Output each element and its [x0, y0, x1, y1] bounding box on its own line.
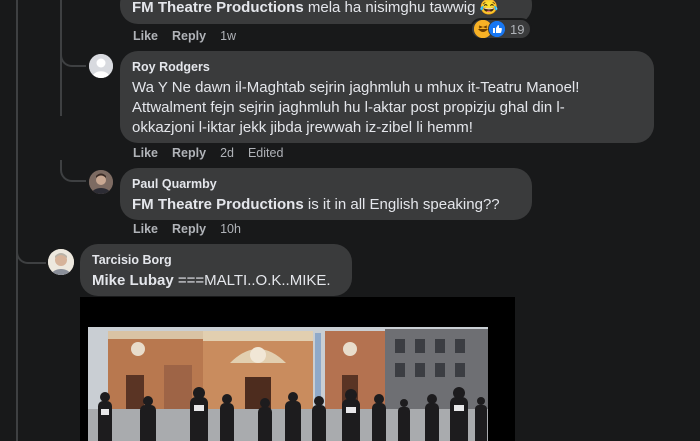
laugh-emoji-icon: 😂 [479, 0, 499, 16]
like-button[interactable]: Like [133, 29, 158, 43]
avatar[interactable] [89, 54, 113, 78]
thread-connector [60, 48, 86, 67]
comment-text-body: is it in all English speaking?? [307, 196, 500, 213]
comment-text: Wa Y Ne dawn il-Maghtab sejrin jaghmluh … [132, 78, 642, 138]
comment-author[interactable]: Paul Quarmby [132, 176, 520, 192]
like-reaction-icon [488, 20, 506, 38]
timestamp[interactable]: 2d [220, 146, 234, 160]
comment-text-line: okkazjoni l-iktar jekk jibda jrewwah iz-… [132, 119, 473, 136]
reply-button[interactable]: Reply [172, 222, 206, 236]
comment-text: Mike Lubay ===MALTI..O.K..MIKE. [92, 271, 340, 291]
comment-bubble: Roy Rodgers Wa Y Ne dawn il-Maghtab sejr… [120, 51, 654, 143]
thread-connector [60, 160, 86, 182]
reaction-summary[interactable]: 19 [470, 18, 533, 40]
comment-actions: Like Reply 2d Edited [133, 146, 283, 160]
mention-link[interactable]: FM Theatre Productions [132, 0, 304, 16]
comment-author[interactable]: Tarcisio Borg [92, 252, 340, 268]
edited-label: Edited [247, 146, 284, 160]
timestamp[interactable]: 10h [220, 222, 241, 236]
comment-bubble: FM Theatre Productions mela ha nisimghu … [120, 0, 532, 24]
like-button[interactable]: Like [133, 146, 158, 160]
reply-button[interactable]: Reply [172, 146, 206, 160]
comment-actions: Like Reply 1w [133, 29, 236, 43]
profile-photo-icon [48, 249, 74, 275]
comment-bubble: Paul Quarmby FM Theatre Productions is i… [120, 168, 532, 220]
comment-text: FM Theatre Productions mela ha nisimghu … [132, 0, 498, 16]
comment-author[interactable]: Roy Rodgers [132, 59, 642, 75]
video-attachment[interactable] [80, 297, 515, 441]
profile-photo-icon [89, 170, 113, 194]
like-button[interactable]: Like [133, 222, 158, 236]
comment-actions: Like Reply 10h [133, 222, 241, 236]
default-avatar-icon [89, 54, 113, 78]
thread-line-outer [16, 0, 18, 441]
comment-text-body: ===MALTI..O.K..MIKE. [177, 272, 331, 289]
comment-text-line: Wa Y Ne dawn il-Maghtab sejrin jaghmluh … [132, 79, 580, 96]
comment-text-line: Attwalment fejn sejrin jaghmluh hu l-akt… [132, 99, 565, 116]
thread-connector [16, 230, 46, 264]
mention-link[interactable]: FM Theatre Productions [132, 196, 304, 213]
reply-button[interactable]: Reply [172, 29, 206, 43]
comment-text: FM Theatre Productions is it in all Engl… [132, 195, 520, 215]
video-frame [80, 297, 515, 441]
comment-text-body: mela ha nisimghu tawwig [307, 0, 476, 16]
reaction-count: 19 [510, 21, 525, 37]
avatar[interactable] [89, 170, 113, 194]
avatar[interactable] [48, 249, 74, 275]
mention-link[interactable]: Mike Lubay [92, 272, 174, 289]
comment-bubble: Tarcisio Borg Mike Lubay ===MALTI..O.K..… [80, 244, 352, 296]
timestamp[interactable]: 1w [220, 29, 236, 43]
